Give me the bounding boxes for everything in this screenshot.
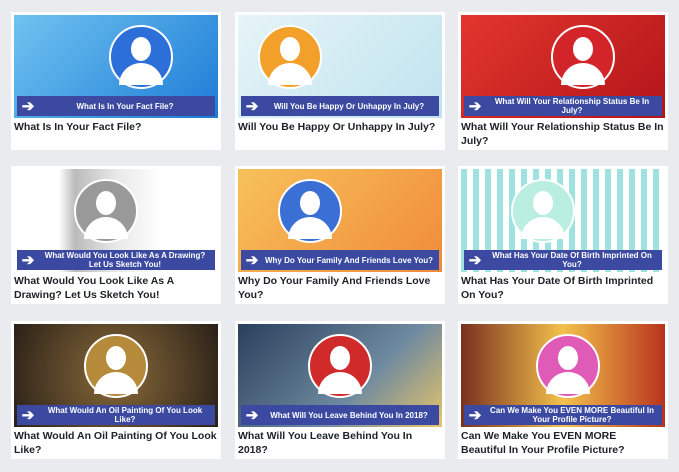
quiz-banner: ➔ What Would An Oil Painting Of You Look … (17, 405, 215, 425)
profile-silhouette-icon (278, 179, 342, 243)
banner-text: What Will You Leave Behind You In 2018? (270, 410, 428, 420)
arrow-right-icon: ➔ (21, 97, 35, 115)
quiz-thumbnail[interactable]: ➔ What Will Your Relationship Status Be I… (461, 15, 665, 118)
arrow-right-icon: ➔ (245, 251, 259, 269)
banner-text: What Would An Oil Painting Of You Look L… (47, 406, 203, 424)
quiz-title[interactable]: Why Do Your Family And Friends Love You? (238, 274, 441, 302)
quiz-banner: ➔ What Will Your Relationship Status Be I… (464, 96, 662, 116)
profile-silhouette-icon (536, 334, 600, 398)
quiz-card[interactable]: ➔ What Would An Oil Painting Of You Look … (11, 321, 221, 459)
arrow-right-icon: ➔ (245, 97, 259, 115)
banner-text: Can We Make You EVEN MORE Beautiful In Y… (489, 406, 655, 424)
banner-text: Why Do Your Family And Friends Love You? (264, 255, 433, 265)
profile-silhouette-icon (74, 179, 138, 243)
quiz-card[interactable]: ➔ What Will You Leave Behind You In 2018?… (235, 321, 445, 459)
quiz-card[interactable]: ➔ What Has Your Date Of Birth Imprinted O… (458, 166, 668, 304)
profile-silhouette-icon (308, 334, 372, 398)
arrow-right-icon: ➔ (21, 406, 35, 424)
quiz-thumbnail[interactable]: ➔ Will You Be Happy Or Unhappy In July? (238, 15, 442, 118)
banner-text: What Is In Your Fact File? (76, 101, 174, 111)
quiz-title[interactable]: What Is In Your Fact File? (14, 120, 217, 134)
profile-silhouette-icon (258, 25, 322, 89)
arrow-right-icon: ➔ (468, 97, 482, 115)
quiz-thumbnail[interactable]: ➔ What Is In Your Fact File? (14, 15, 218, 118)
quiz-thumbnail[interactable]: ➔ What Would An Oil Painting Of You Look … (14, 324, 218, 427)
quiz-banner: ➔ What Will You Leave Behind You In 2018? (241, 405, 439, 425)
quiz-card[interactable]: ➔ Will You Be Happy Or Unhappy In July? W… (235, 12, 445, 150)
quiz-title[interactable]: What Has Your Date Of Birth Imprinted On… (461, 274, 664, 302)
banner-text: What Will Your Relationship Status Be In… (494, 97, 650, 115)
quiz-card[interactable]: ➔ What Is In Your Fact File? What Is In Y… (11, 12, 221, 150)
quiz-card[interactable]: ➔ What Would You Look Like As A Drawing? … (11, 166, 221, 304)
quiz-thumbnail[interactable]: ➔ Why Do Your Family And Friends Love You… (238, 169, 442, 272)
quiz-thumbnail[interactable]: ➔ What Will You Leave Behind You In 2018? (238, 324, 442, 427)
quiz-title[interactable]: What Would You Look Like As A Drawing? L… (14, 274, 217, 302)
quiz-title[interactable]: Can We Make You EVEN MORE Beautiful In Y… (461, 429, 664, 457)
arrow-right-icon: ➔ (468, 251, 482, 269)
banner-text: What Has Your Date Of Birth Imprinted On… (492, 251, 652, 269)
quiz-banner: ➔ Why Do Your Family And Friends Love You… (241, 250, 439, 270)
profile-silhouette-icon (511, 179, 575, 243)
arrow-right-icon: ➔ (468, 406, 482, 424)
quiz-thumbnail[interactable]: ➔ What Has Your Date Of Birth Imprinted O… (461, 169, 665, 272)
profile-silhouette-icon (109, 25, 173, 89)
arrow-right-icon: ➔ (21, 251, 35, 269)
quiz-card[interactable]: ➔ Why Do Your Family And Friends Love You… (235, 166, 445, 304)
arrow-right-icon: ➔ (245, 406, 259, 424)
profile-silhouette-icon (551, 25, 615, 89)
quiz-title[interactable]: What Will You Leave Behind You In 2018? (238, 429, 441, 457)
quiz-banner: ➔ What Has Your Date Of Birth Imprinted O… (464, 250, 662, 270)
quiz-thumbnail[interactable]: ➔ What Would You Look Like As A Drawing? … (14, 169, 218, 272)
banner-text: What Would You Look Like As A Drawing? L… (44, 251, 206, 269)
quiz-banner: ➔ Can We Make You EVEN MORE Beautiful In … (464, 405, 662, 425)
quiz-thumbnail[interactable]: ➔ Can We Make You EVEN MORE Beautiful In … (461, 324, 665, 427)
quiz-banner: ➔ What Would You Look Like As A Drawing? … (17, 250, 215, 270)
quiz-banner: ➔ Will You Be Happy Or Unhappy In July? (241, 96, 439, 116)
quiz-title[interactable]: Will You Be Happy Or Unhappy In July? (238, 120, 441, 134)
quiz-banner: ➔ What Is In Your Fact File? (17, 96, 215, 116)
profile-silhouette-icon (84, 334, 148, 398)
quiz-card[interactable]: ➔ Can We Make You EVEN MORE Beautiful In … (458, 321, 668, 459)
quiz-title[interactable]: What Will Your Relationship Status Be In… (461, 120, 664, 148)
quiz-card[interactable]: ➔ What Will Your Relationship Status Be I… (458, 12, 668, 150)
banner-text: Will You Be Happy Or Unhappy In July? (273, 101, 425, 111)
quiz-title[interactable]: What Would An Oil Painting Of You Look L… (14, 429, 217, 457)
